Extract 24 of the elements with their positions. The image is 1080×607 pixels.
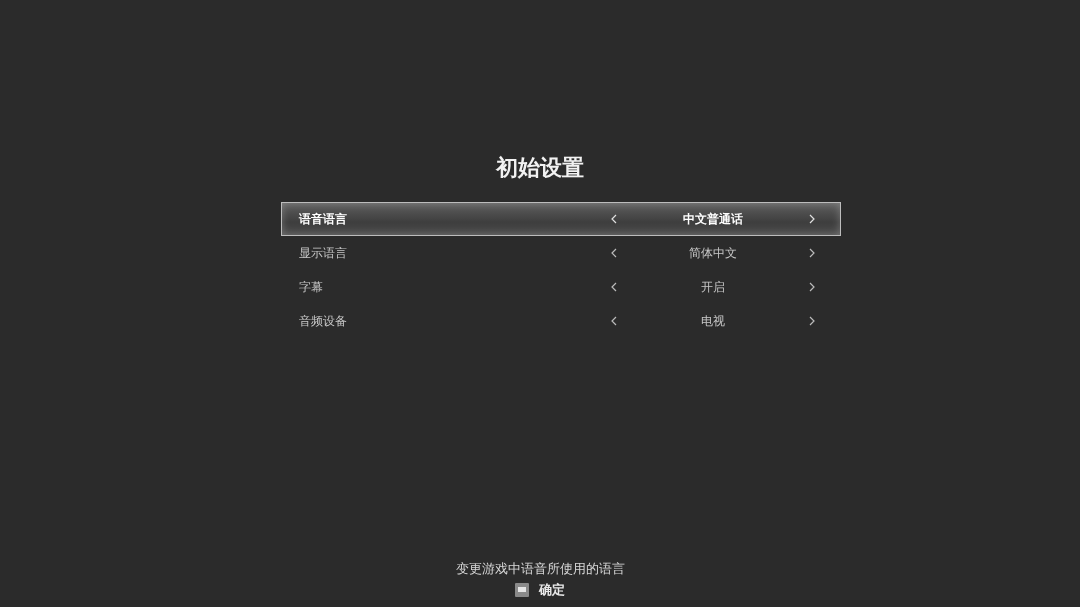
setting-value: 电视: [701, 312, 725, 330]
setting-row[interactable]: 音频设备 电视: [281, 304, 841, 338]
key-icon: [515, 583, 529, 597]
chevron-left-icon[interactable]: [611, 316, 617, 326]
setting-label: 字幕: [299, 278, 323, 296]
chevron-left-icon[interactable]: [611, 248, 617, 258]
setting-row[interactable]: 字幕 开启: [281, 270, 841, 304]
setting-value: 中文普通话: [683, 210, 743, 228]
setting-value: 开启: [701, 278, 725, 296]
chevron-left-icon[interactable]: [611, 282, 617, 292]
chevron-right-icon[interactable]: [809, 316, 815, 326]
setting-label: 音频设备: [299, 312, 347, 330]
screen-title: 初始设置: [496, 154, 584, 182]
setting-row[interactable]: 语音语言 中文普通话: [281, 202, 841, 236]
chevron-left-icon[interactable]: [611, 214, 617, 224]
chevron-right-icon[interactable]: [809, 282, 815, 292]
description-text: 变更游戏中语音所使用的语言: [455, 560, 625, 578]
setting-label: 语音语言: [299, 210, 347, 228]
hint-label[interactable]: 确定: [539, 581, 565, 599]
chevron-right-icon[interactable]: [809, 248, 815, 258]
setting-label: 显示语言: [299, 244, 347, 262]
chevron-right-icon[interactable]: [809, 214, 815, 224]
setting-row[interactable]: 显示语言 简体中文: [281, 236, 841, 270]
setting-value: 简体中文: [689, 244, 737, 262]
